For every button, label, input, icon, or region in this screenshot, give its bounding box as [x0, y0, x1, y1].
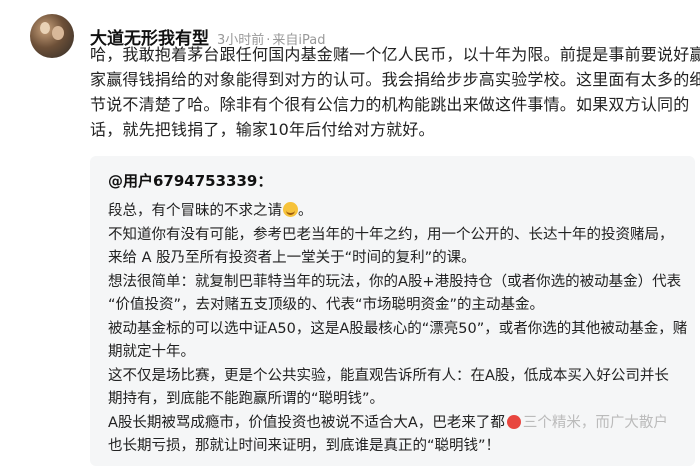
quote-greeting-end: 。: [298, 203, 313, 219]
quote-line-part-obscured: 三个精米，而广大散户: [522, 414, 668, 431]
post-text-line: 话，就先把钱捐了，输家10年后付给对方就好。: [90, 120, 435, 139]
post-text-line: 家赢得钱捐给的对象能得到对方的认可。我会捐给步步高实验学校。这里面有太多的细: [90, 70, 700, 89]
post-text: 哈，我敢抱着茅台跟任何国内基金赌一个亿人民币，以十年为限。前提是事前要说好赢 家…: [90, 42, 700, 142]
quote-body: 段总，有个冒昧的不求之请。 不知道你有没有可能，参考巴老当年的十年之约，用一个公…: [108, 200, 688, 459]
smile-emoji-icon: [283, 202, 298, 217]
quote-line: 也长期亏损，那就让时间来证明，到底谁是真正的“聪明钱”！: [108, 438, 501, 454]
quote-greeting: 段总，有个冒昧的不求之请。: [108, 200, 688, 224]
quoted-post[interactable]: @用户6794753339： 段总，有个冒昧的不求之请。 不知道你有没有可能，参…: [90, 156, 695, 466]
post-text-line: 节说不清楚了哈。除非有个很有公信力的机构能跳出来做这件事情。如果双方认同的: [90, 95, 690, 114]
red-emoji-icon: [506, 414, 521, 429]
quote-line: 想法很简单：就复制巴菲特当年的玩法，你的A股+港股持仓（或者你选的被动基金）代表: [108, 273, 682, 290]
quote-line: 被动基金标的可以选中证A50，这是A股最核心的“漂亮50”，或者你选的其他被动基…: [108, 320, 688, 337]
quote-line-with-emoji: A股长期被骂成瘾市，价值投资也被说不适合大A，巴老来了都 三个精米，而广大散户: [108, 412, 688, 436]
quote-line: 期就定十年。: [108, 344, 195, 360]
quote-author[interactable]: @用户6794753339：: [108, 170, 272, 191]
quote-line: 来给 A 股乃至所有投资者上一堂关于“时间的复利”的课。: [108, 250, 476, 266]
quote-line: 期持有，到底能不能跑赢所谓的“聪明钱”。: [108, 391, 385, 407]
quote-line: 不知道你有没有可能，参考巴老当年的十年之约，用一个公开的、长达十年的投资赌局，: [108, 226, 674, 243]
post-text-line: 哈，我敢抱着茅台跟任何国内基金赌一个亿人民币，以十年为限。前提是事前要说好赢: [90, 45, 700, 64]
quote-line: 这不仅是场比赛，更是个公共实验，能直观告诉所有人：在A股，低成本买入好公司并长: [108, 367, 669, 384]
quote-greeting-text: 段总，有个冒昧的不求之请: [108, 203, 282, 219]
avatar[interactable]: [30, 14, 74, 58]
quote-line: “价值投资”，去对赌五支顶级的、代表“市场聪明资金”的主动基金。: [108, 297, 545, 313]
quote-line-part: A股长期被骂成瘾市，价值投资也被说不适合大A，巴老来了都: [108, 414, 505, 431]
